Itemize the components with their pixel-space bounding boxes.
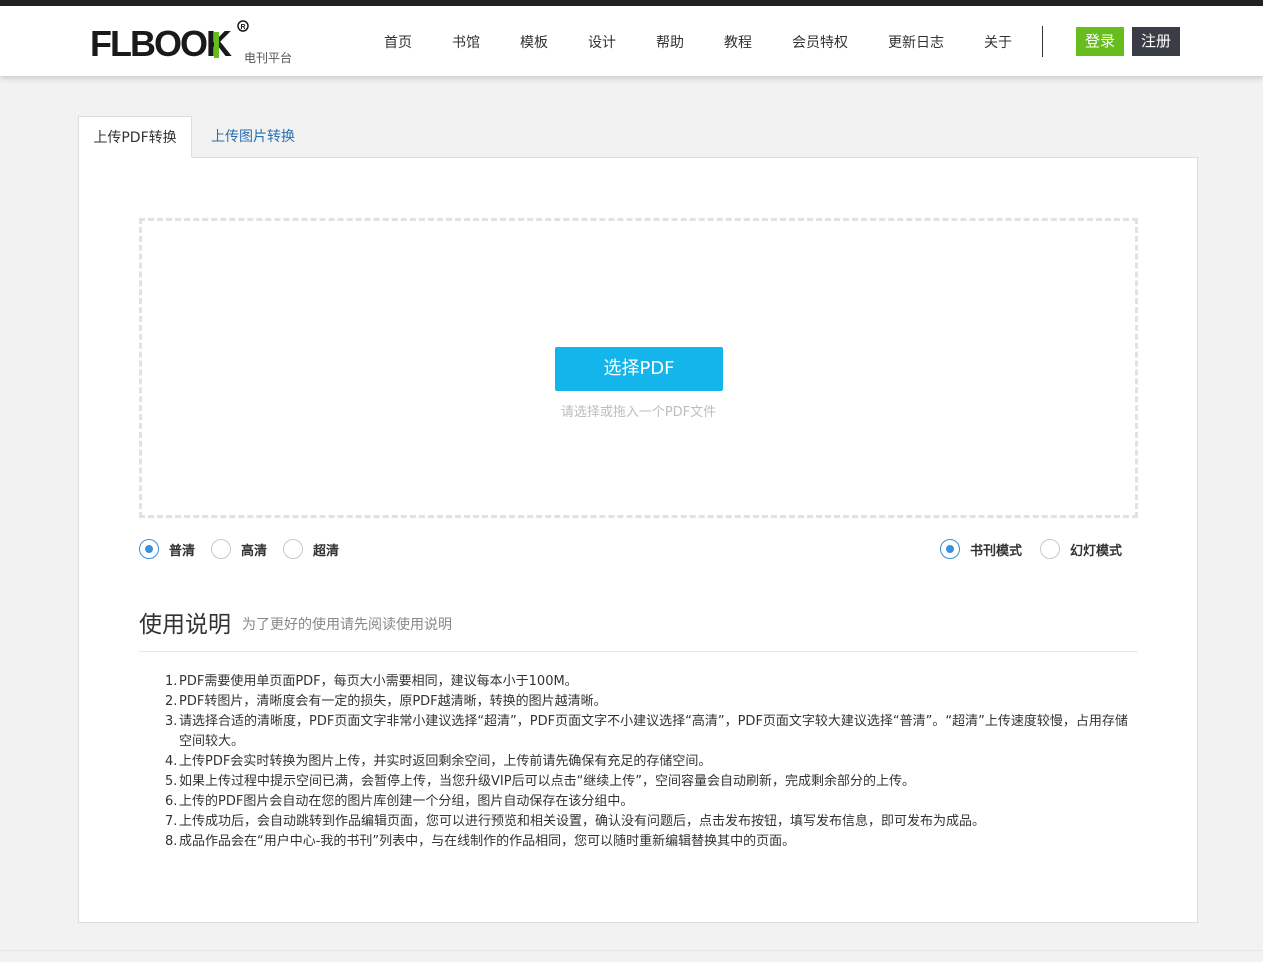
login-button[interactable]: 登录	[1076, 27, 1124, 56]
choose-pdf-button[interactable]: 选择PDF	[555, 347, 723, 391]
register-button[interactable]: 注册	[1132, 27, 1180, 56]
radio-circle	[211, 539, 231, 559]
list-item: 4. 上传PDF会实时转换为图片上传，并实时返回剩余空间，上传前请先确保有充足的存…	[165, 754, 712, 769]
instruction-text: 上传成功后，会自动跳转到作品编辑页面，您可以进行预览和相关设置，确认没有问题后，…	[179, 814, 986, 829]
nav-item-design[interactable]: 设计	[588, 32, 616, 52]
list-item: 1. PDF需要使用单页面PDF，每页大小需要相同，建议每本小于100M。	[165, 674, 578, 689]
nav-item-tutorials[interactable]: 教程	[724, 32, 752, 52]
site-header: FLBOOK R 电刊平台 首页 书馆 模板 设计 帮助 教程 会员特权 更新日…	[0, 6, 1263, 76]
instruction-text: 请选择合适的清晰度，PDF页面文字非常小建议选择“超清”，PDF页面文字不小建议…	[179, 714, 1128, 749]
list-item: 2. PDF转图片，清晰度会有一定的损失，原PDF越清晰，转换的图片越清晰。	[165, 694, 607, 709]
list-item: 6. 上传的PDF图片会自动在您的图片库创建一个分组，图片自动保存在该分组中。	[165, 794, 634, 809]
mode-radio-group: 书刊模式 幻灯模式	[940, 538, 1140, 560]
radio-label: 高清	[241, 544, 268, 559]
pdf-dropzone[interactable]: 选择PDF 请选择或拖入一个PDF文件	[139, 218, 1138, 518]
registered-mark-letter: R	[241, 24, 246, 31]
quality-radio-group: 普清 高清 超清	[139, 538, 379, 560]
instruction-text: 上传的PDF图片会自动在您的图片库创建一个分组，图片自动保存在该分组中。	[179, 794, 634, 809]
instructions-title: 使用说明	[139, 612, 231, 638]
nav-item-home[interactable]: 首页	[384, 32, 412, 52]
logo-wordmark: FLBOOK	[90, 23, 232, 64]
nav-item-membership[interactable]: 会员特权	[792, 32, 848, 52]
nav-item-about[interactable]: 关于	[984, 32, 1012, 52]
logo-subtitle: 电刊平台	[244, 51, 293, 65]
list-item: 7. 上传成功后，会自动跳转到作品编辑页面，您可以进行预览和相关设置，确认没有问题…	[165, 814, 986, 829]
instructions-subtitle: 为了更好的使用请先阅读使用说明	[242, 617, 452, 633]
flbook-logo[interactable]: FLBOOK R 电刊平台	[90, 18, 292, 65]
radio-label: 超清	[313, 544, 340, 559]
logo-mark: FLBOOK R	[90, 20, 249, 64]
radio-label: 普清	[169, 544, 196, 559]
instruction-text: PDF需要使用单页面PDF，每页大小需要相同，建议每本小于100M。	[179, 674, 578, 689]
nav-item-help[interactable]: 帮助	[656, 32, 684, 52]
list-item: 3. 请选择合适的清晰度，PDF页面文字非常小建议选择“超清”，PDF页面文字不小…	[165, 714, 1128, 749]
tab-upload-pdf[interactable]: 上传PDF转换	[78, 116, 192, 158]
radio-circle	[139, 539, 159, 559]
radio-circle	[283, 539, 303, 559]
instruction-text: PDF转图片，清晰度会有一定的损失，原PDF越清晰，转换的图片越清晰。	[179, 694, 607, 709]
radio-label: 幻灯模式	[1070, 544, 1123, 559]
nav-item-library[interactable]: 书馆	[452, 32, 480, 52]
radio-label: 书刊模式	[970, 544, 1023, 559]
dropzone-hint: 请选择或拖入一个PDF文件	[560, 405, 717, 420]
nav-item-templates[interactable]: 模板	[520, 32, 548, 52]
radio-circle	[940, 539, 960, 559]
tab-upload-images[interactable]: 上传图片转换	[198, 116, 308, 158]
nav-item-changelog[interactable]: 更新日志	[888, 32, 944, 52]
logo-green-bar	[214, 32, 219, 58]
instructions-divider	[139, 651, 1138, 652]
instruction-text: 成品作品会在“用户中心-我的书刊”列表中，与在线制作的作品相同，您可以随时重新编…	[179, 834, 796, 849]
list-item: 8. 成品作品会在“用户中心-我的书刊”列表中，与在线制作的作品相同，您可以随时重…	[165, 834, 796, 849]
instruction-text: 上传PDF会实时转换为图片上传，并实时返回剩余空间，上传前请先确保有充足的存储空…	[179, 754, 712, 769]
nav-divider	[1042, 26, 1043, 57]
instruction-text: 如果上传过程中提示空间已满，会暂停上传，当您升级VIP后可以点击“继续上传”，空…	[179, 774, 916, 789]
list-item: 5. 如果上传过程中提示空间已满，会暂停上传，当您升级VIP后可以点击“继续上传”…	[165, 774, 916, 789]
instructions-list: 1. PDF需要使用单页面PDF，每页大小需要相同，建议每本小于100M。 2. P…	[165, 672, 1130, 852]
footer-divider	[0, 950, 1263, 951]
radio-circle	[1040, 539, 1060, 559]
upload-panel: 选择PDF 请选择或拖入一个PDF文件 普清 高清 超清 书刊模式 幻灯模式 使…	[78, 157, 1198, 923]
